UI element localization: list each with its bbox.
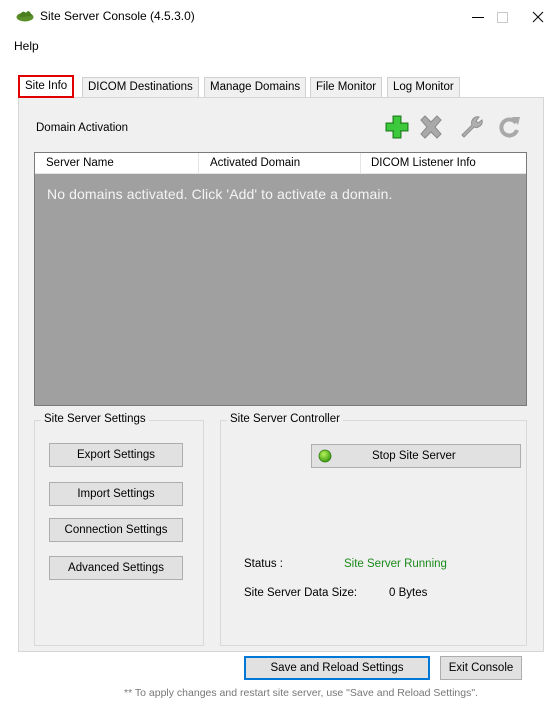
app-icon	[16, 11, 34, 22]
column-server-name[interactable]: Server Name	[35, 153, 199, 174]
empty-grid-message: No domains activated. Click 'Add' to act…	[47, 186, 393, 202]
site-server-controller-title: Site Server Controller	[227, 413, 343, 425]
add-domain-button[interactable]	[384, 114, 410, 140]
column-activated-domain[interactable]: Activated Domain	[199, 153, 361, 174]
column-dicom-listener-info[interactable]: DICOM Listener Info	[361, 153, 528, 174]
domain-grid[interactable]: Server Name Activated Domain DICOM Liste…	[34, 152, 527, 406]
window-title: Site Server Console (4.5.3.0)	[40, 9, 195, 23]
tab-manage-domains[interactable]: Manage Domains	[204, 77, 307, 98]
menu-help[interactable]: Help	[14, 39, 39, 53]
remove-icon	[420, 115, 442, 139]
tab-site-info[interactable]: Site Info	[18, 75, 75, 98]
grid-header: Server Name Activated Domain DICOM Liste…	[35, 153, 526, 174]
stop-site-server-label: Stop Site Server	[372, 450, 456, 462]
export-settings-button[interactable]: Export Settings	[49, 443, 183, 467]
title-bar: Site Server Console (4.5.3.0)	[0, 0, 554, 34]
tab-file-monitor[interactable]: File Monitor	[310, 77, 383, 98]
refresh-domain-button[interactable]	[496, 114, 522, 140]
advanced-settings-button[interactable]: Advanced Settings	[49, 556, 183, 580]
status-value: Site Server Running	[344, 558, 447, 570]
maximize-icon	[496, 11, 508, 23]
import-settings-button[interactable]: Import Settings	[49, 482, 183, 506]
status-label: Status :	[244, 558, 283, 570]
tab-dicom-destinations[interactable]: DICOM Destinations	[82, 77, 199, 98]
close-button[interactable]	[518, 4, 554, 30]
remove-domain-button[interactable]	[418, 114, 444, 140]
menu-bar: Help	[0, 37, 554, 57]
maximize-button[interactable]	[482, 4, 522, 30]
data-size-label: Site Server Data Size:	[244, 587, 358, 599]
status-indicator-icon	[318, 449, 332, 463]
site-server-settings-title: Site Server Settings	[41, 413, 149, 425]
tab-log-monitor[interactable]: Log Monitor	[387, 77, 460, 98]
refresh-icon	[499, 117, 520, 138]
add-icon	[385, 115, 409, 139]
configure-domain-button[interactable]	[458, 114, 484, 140]
footer-note: ** To apply changes and restart site ser…	[124, 687, 478, 699]
domain-activation-label: Domain Activation	[36, 122, 129, 134]
close-icon	[532, 11, 544, 23]
connection-settings-button[interactable]: Connection Settings	[49, 518, 183, 542]
stop-site-server-button[interactable]: Stop Site Server	[311, 444, 521, 468]
exit-console-button[interactable]: Exit Console	[440, 656, 522, 680]
wrench-icon	[461, 116, 483, 138]
save-reload-settings-button[interactable]: Save and Reload Settings	[244, 656, 430, 680]
data-size-value: 0 Bytes	[389, 587, 428, 599]
